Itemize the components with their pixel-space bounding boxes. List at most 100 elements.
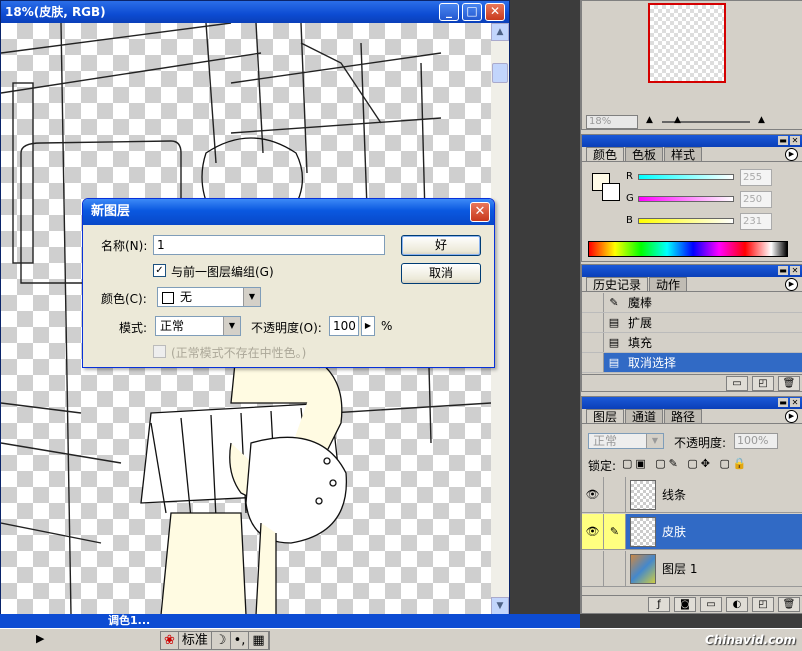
- history-snapshot-box[interactable]: [582, 333, 604, 352]
- layer-name: 线条: [662, 488, 687, 502]
- blend-mode-select[interactable]: 正常 ▼: [588, 433, 664, 449]
- document-titlebar[interactable]: 18%(皮肤, RGB) _ □ ✕: [1, 1, 509, 23]
- layer-row[interactable]: 👁 线条: [582, 477, 802, 513]
- channel-r-slider[interactable]: [638, 174, 734, 180]
- zoom-in-icon[interactable]: ▲: [758, 115, 765, 125]
- layer-row-selected[interactable]: 👁 ✎ 皮肤: [582, 514, 802, 550]
- channel-g-slider[interactable]: [638, 196, 734, 202]
- close-button[interactable]: ✕: [485, 3, 505, 21]
- cancel-button[interactable]: 取消: [401, 263, 481, 284]
- history-item-label: 魔棒: [628, 296, 653, 310]
- opacity-slider-arrow-icon[interactable]: ▶: [361, 316, 375, 336]
- ime-punct-icon[interactable]: •,: [231, 632, 250, 649]
- ok-button[interactable]: 好: [401, 235, 481, 256]
- blend-mode-value: 正常: [593, 434, 618, 448]
- tab-channels[interactable]: 通道: [625, 409, 664, 424]
- mode-select[interactable]: 正常 ▼: [155, 316, 241, 336]
- new-document-from-state-icon[interactable]: ▭: [726, 376, 748, 391]
- minimized-task-label[interactable]: 调色1...: [108, 614, 150, 628]
- group-checkbox-label[interactable]: 与前一图层编组(G): [171, 263, 274, 280]
- navigator-zoom-field[interactable]: 18%: [586, 115, 638, 129]
- history-item-selected[interactable]: ▤ 取消选择: [582, 353, 802, 373]
- palette-column: 18% ▲ ▲ ▲ ▬ ✕ 颜色 色板 样式 ▶ R 255 G 250 B 2…: [580, 0, 802, 614]
- history-snapshot-box[interactable]: [582, 293, 604, 312]
- history-item[interactable]: ▤ 扩展: [582, 313, 802, 333]
- tab-layers[interactable]: 图层: [586, 409, 625, 424]
- ime-toolbar[interactable]: ❀ 标准 ☽ •, ▦: [160, 631, 270, 650]
- panel-menu-arrow-icon[interactable]: ▶: [785, 278, 798, 291]
- history-item[interactable]: ✎ 魔棒: [582, 293, 802, 313]
- color-panel: ▬ ✕ 颜色 色板 样式 ▶ R 255 G 250 B 231: [581, 134, 802, 262]
- dialog-titlebar[interactable]: 新图层 ✕: [83, 199, 494, 225]
- visibility-eye-icon[interactable]: [582, 551, 604, 586]
- neutral-color-checkbox[interactable]: [153, 345, 166, 358]
- tab-paths[interactable]: 路径: [664, 409, 703, 424]
- panel-minimize-icon[interactable]: ▬: [778, 398, 788, 407]
- opacity-field[interactable]: 100%: [734, 433, 778, 449]
- panel-menu-arrow-icon[interactable]: ▶: [785, 148, 798, 161]
- channel-g-value[interactable]: 250: [740, 191, 772, 208]
- mask-icon[interactable]: ◙: [674, 597, 696, 612]
- panel-close-icon[interactable]: ✕: [790, 398, 800, 407]
- visibility-eye-icon[interactable]: 👁: [582, 514, 604, 549]
- layer-style-icon[interactable]: ƒ: [648, 597, 670, 612]
- history-snapshot-box[interactable]: [582, 313, 604, 332]
- new-layer-icon[interactable]: ◰: [752, 597, 774, 612]
- chevron-down-icon: ▼: [646, 434, 663, 448]
- background-color-swatch[interactable]: [602, 183, 620, 201]
- trash-icon[interactable]: 🗑: [778, 597, 800, 612]
- mode-select-value: 正常: [160, 319, 185, 333]
- layer-link-box[interactable]: [604, 477, 626, 512]
- history-item-label: 取消选择: [628, 356, 677, 370]
- navigator-slider-thumb-icon[interactable]: ▲: [674, 115, 681, 125]
- layers-panel-header[interactable]: ▬ ✕: [582, 397, 802, 409]
- history-snapshot-box[interactable]: [582, 353, 604, 372]
- channel-b-value[interactable]: 231: [740, 213, 772, 230]
- history-item-label: 填充: [628, 336, 653, 350]
- group-checkbox[interactable]: ✓: [153, 264, 166, 277]
- minimized-window-strip[interactable]: 调色1...: [0, 614, 580, 628]
- color-spectrum-bar[interactable]: [588, 241, 788, 257]
- ime-keyboard-icon[interactable]: ▦: [249, 632, 269, 649]
- tab-history[interactable]: 历史记录: [586, 277, 649, 292]
- folder-icon[interactable]: ▭: [700, 597, 722, 612]
- panel-menu-arrow-icon[interactable]: ▶: [785, 410, 798, 423]
- dialog-close-button[interactable]: ✕: [470, 202, 490, 222]
- navigator-thumbnail[interactable]: [648, 3, 726, 83]
- trash-icon[interactable]: 🗑: [778, 376, 800, 391]
- panel-close-icon[interactable]: ✕: [790, 136, 800, 145]
- tab-swatches[interactable]: 色板: [625, 147, 664, 162]
- document-title: 18%(皮肤, RGB): [5, 5, 106, 19]
- history-panel-header[interactable]: ▬ ✕: [582, 265, 802, 277]
- brush-edit-icon[interactable]: ✎: [604, 514, 626, 549]
- status-arrow-icon[interactable]: ▶: [36, 632, 44, 645]
- layer-link-box[interactable]: [604, 551, 626, 586]
- tab-actions[interactable]: 动作: [649, 277, 688, 292]
- ime-moon-icon[interactable]: ☽: [212, 632, 231, 649]
- maximize-button[interactable]: □: [462, 3, 482, 21]
- history-item[interactable]: ▤ 填充: [582, 333, 802, 353]
- channel-r-value[interactable]: 255: [740, 169, 772, 186]
- layer-name-input[interactable]: 1: [153, 235, 385, 255]
- color-panel-header[interactable]: ▬ ✕: [582, 135, 802, 147]
- scroll-up-arrow-icon[interactable]: ▲: [491, 23, 509, 41]
- tab-color[interactable]: 颜色: [586, 147, 625, 162]
- adjustment-layer-icon[interactable]: ◐: [726, 597, 748, 612]
- scroll-thumb[interactable]: [492, 63, 508, 83]
- scroll-down-arrow-icon[interactable]: ▼: [491, 597, 509, 615]
- color-select[interactable]: 无 ▼: [157, 287, 261, 307]
- tab-styles[interactable]: 样式: [664, 147, 703, 162]
- zoom-out-icon[interactable]: ▲: [646, 115, 653, 125]
- ime-mode-standard[interactable]: 标准: [179, 632, 212, 649]
- panel-minimize-icon[interactable]: ▬: [778, 266, 788, 275]
- channel-g-label: G: [626, 193, 634, 204]
- minimize-button[interactable]: _: [439, 3, 459, 21]
- panel-close-icon[interactable]: ✕: [790, 266, 800, 275]
- opacity-input[interactable]: 100: [329, 316, 359, 336]
- channel-b-slider[interactable]: [638, 218, 734, 224]
- visibility-eye-icon[interactable]: 👁: [582, 477, 604, 512]
- lock-options-icon[interactable]: ▢▣ ▢✎ ▢✥ ▢🔒: [622, 457, 750, 470]
- layer-row[interactable]: 图层 1: [582, 551, 802, 587]
- new-snapshot-icon[interactable]: ◰: [752, 376, 774, 391]
- panel-minimize-icon[interactable]: ▬: [778, 136, 788, 145]
